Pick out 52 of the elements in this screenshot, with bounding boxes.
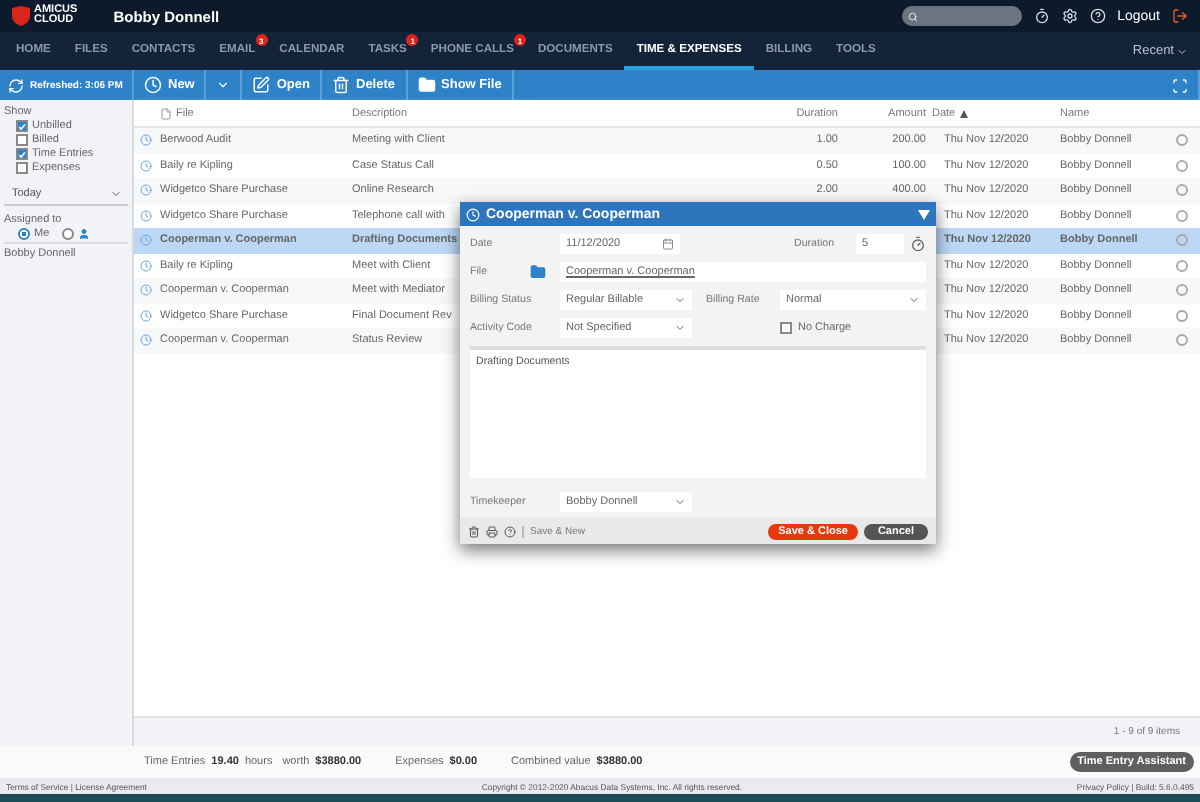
caret-icon	[110, 188, 122, 200]
clock-icon	[140, 234, 152, 247]
caret-icon	[216, 78, 231, 92]
calendar-icon[interactable]	[662, 238, 674, 250]
checkbox[interactable]	[16, 120, 28, 132]
clock-icon	[140, 334, 152, 347]
caret-icon	[674, 496, 686, 508]
sort-icon	[959, 109, 968, 117]
no-charge-checkbox[interactable]	[780, 322, 792, 334]
edit-icon	[252, 76, 271, 94]
row-radio[interactable]	[1176, 334, 1188, 347]
clock-icon	[140, 309, 152, 322]
clock-icon	[140, 134, 152, 147]
settings-icon[interactable]	[1061, 8, 1078, 24]
fullscreen-icon	[1172, 77, 1188, 93]
clock-icon	[140, 159, 152, 172]
person-icon	[77, 228, 90, 240]
trash-icon	[332, 76, 350, 94]
caret-icon	[1176, 45, 1188, 57]
row-radio[interactable]	[1176, 184, 1188, 197]
caret-icon	[908, 294, 920, 306]
logout-icon[interactable]	[1172, 8, 1188, 24]
clock-icon	[140, 209, 152, 222]
checkbox[interactable]	[16, 134, 28, 146]
caret-icon	[674, 294, 686, 306]
clock-icon	[140, 184, 152, 197]
radio-button[interactable]	[61, 228, 74, 240]
trash-icon[interactable]	[468, 525, 480, 537]
shield-logo-icon	[12, 6, 30, 26]
caret-icon	[674, 322, 686, 334]
row-radio[interactable]	[1176, 309, 1188, 322]
printer-icon[interactable]	[486, 525, 498, 537]
row-radio[interactable]	[1176, 284, 1188, 297]
row-radio[interactable]	[1176, 134, 1188, 147]
row-radio[interactable]	[1176, 159, 1188, 172]
checkbox[interactable]	[16, 162, 28, 174]
folder-icon	[417, 76, 436, 94]
row-radio[interactable]	[1176, 209, 1188, 222]
collapse-icon[interactable]	[918, 209, 930, 219]
search-icon	[907, 11, 918, 21]
clock-icon	[144, 76, 162, 94]
search-field[interactable]	[901, 6, 1022, 26]
clock-icon	[140, 284, 152, 297]
row-radio[interactable]	[1176, 259, 1188, 272]
radio-button[interactable]	[18, 228, 30, 240]
row-radio[interactable]	[1176, 234, 1188, 247]
checkbox[interactable]	[16, 148, 28, 160]
refresh-icon	[8, 77, 24, 93]
clock-icon	[466, 207, 480, 221]
clock-icon	[140, 259, 152, 272]
folder-icon[interactable]	[530, 264, 546, 280]
file-icon	[160, 107, 172, 119]
